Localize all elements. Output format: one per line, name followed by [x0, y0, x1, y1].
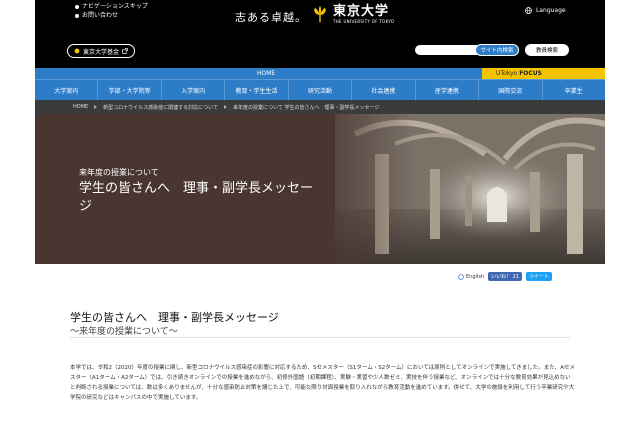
contact-link[interactable]: お問い合わせ [75, 11, 148, 20]
globe-icon [458, 273, 464, 280]
main-menu: 大学案内 学部・大学院等 入学案内 教育・学生生活 研究活動 社会連携 産学連携… [35, 79, 605, 100]
menu-item-faculties[interactable]: 学部・大学院等 [97, 80, 160, 100]
skip-nav-link[interactable]: ナビゲーションスキップ [75, 2, 148, 11]
external-link-icon [122, 48, 128, 54]
hero-subtitle: 来年度の授業について [79, 168, 159, 177]
article-subtitle: ～来年度の授業について～ [70, 327, 178, 337]
nav-home-link[interactable]: HOME [257, 70, 275, 77]
utokyo-focus-link[interactable]: UTokyo FOCUS [482, 68, 605, 79]
contact-label: お問い合わせ [82, 12, 119, 19]
page: ナビゲーションスキップ お問い合わせ 志ある卓越。 東京大学 THE UNIVE… [0, 0, 640, 426]
tweet-button[interactable]: ツイート [526, 272, 553, 281]
skip-nav-label: ナビゲーションスキップ [82, 3, 148, 10]
site-header: ナビゲーションスキップ お問い合わせ 志ある卓越。 東京大学 THE UNIVE… [35, 0, 605, 68]
menu-item-about[interactable]: 大学案内 [35, 80, 97, 100]
menu-item-social[interactable]: 社会連携 [351, 80, 414, 100]
menu-item-international[interactable]: 国際交流 [478, 80, 541, 100]
ginkgo-small-icon [74, 48, 80, 54]
bullet-icon [75, 13, 79, 18]
site-search-button[interactable]: サイト内検索 [475, 44, 519, 56]
bullet-icon [75, 4, 79, 9]
global-nav: HOME UTokyo FOCUS 大学案内 学部・大学院等 入学案内 教育・学生… [35, 68, 605, 100]
focus-label: FOCUS [519, 70, 542, 77]
menu-item-research[interactable]: 研究活動 [287, 80, 351, 100]
fund-label: 東京大学基金 [82, 48, 119, 56]
logo-english: THE UNIVERSITY OF TOKYO [333, 19, 395, 24]
language-switcher[interactable]: Language [525, 7, 566, 14]
fund-button[interactable]: 東京大学基金 [67, 44, 135, 58]
chevron-right-icon [224, 105, 228, 109]
focus-prefix: UTokyo [496, 70, 518, 77]
hero-title: 学生の皆さんへ 理事・副学長メッセージ [79, 181, 314, 214]
share-bar: English いいね！ 21 ツイート [458, 272, 553, 281]
university-motto: 志ある卓越。 [235, 11, 307, 24]
menu-item-industry[interactable]: 産学連携 [414, 80, 478, 100]
divider [70, 337, 570, 338]
faculty-search-button[interactable]: 教員検索 [525, 44, 569, 56]
chevron-right-icon [94, 105, 98, 109]
ginkgo-emblem-icon [314, 5, 326, 22]
english-link[interactable]: English [458, 274, 484, 280]
hero-banner: 来年度の授業について 学生の皆さんへ 理事・副学長メッセージ [35, 114, 605, 264]
article-title: 学生の皆さんへ 理事・副学長メッセージ [70, 311, 279, 324]
article-body: 本学では、令和2（2020）年度の授業に関し、新型コロナウイルス感染症の影響に対… [70, 365, 575, 401]
menu-item-alumni[interactable]: 卒業生 [541, 80, 605, 100]
breadcrumb: HOME 新型コロナウイルス感染症に関連する対応について 来年度の授業について … [35, 100, 605, 114]
facebook-like-button[interactable]: いいね！ 21 [488, 272, 523, 281]
university-logo[interactable]: 東京大学 THE UNIVERSITY OF TOKYO [311, 5, 394, 24]
english-label: English [466, 273, 485, 280]
utility-links: ナビゲーションスキップ お問い合わせ [75, 2, 148, 20]
breadcrumb-current: 来年度の授業について 学生の皆さんへ 理事・副学長メッセージ [233, 104, 380, 111]
language-label: Language [536, 7, 566, 14]
breadcrumb-covid[interactable]: 新型コロナウイルス感染症に関連する対応について [103, 104, 218, 111]
menu-item-education[interactable]: 教育・学生生活 [224, 80, 287, 100]
breadcrumb-home[interactable]: HOME [73, 104, 88, 110]
hero-fade [305, 114, 415, 264]
menu-item-admissions[interactable]: 入学案内 [160, 80, 224, 100]
logo-japanese: 東京大学 [333, 4, 390, 19]
globe-icon [525, 7, 532, 14]
